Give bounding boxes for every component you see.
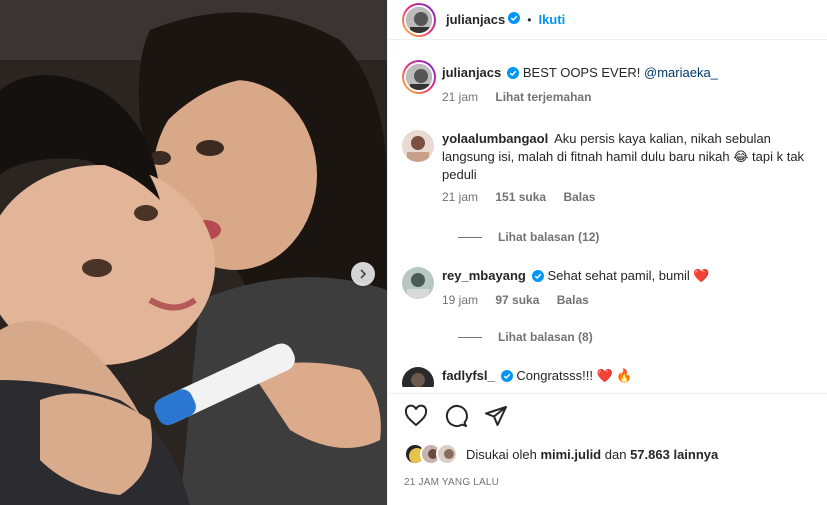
caption-time[interactable]: 21 jam xyxy=(442,90,478,104)
comments-list: julianjacs BEST OOPS EVER! @mariaeka_ 21… xyxy=(388,52,827,387)
likes-prefix: Disukai oleh xyxy=(466,446,537,462)
verified-icon xyxy=(500,369,513,387)
comment-text: Sehat sehat pamil, bumil ❤️ xyxy=(547,268,710,283)
follow-button[interactable]: Ikuti xyxy=(538,12,565,27)
post-photo[interactable] xyxy=(0,0,387,505)
verified-icon xyxy=(531,269,544,287)
post-actions xyxy=(388,393,827,437)
post-header: julianjacs • Ikuti xyxy=(388,0,827,40)
separator-dot: • xyxy=(527,12,532,27)
comment-likes[interactable]: 97 suka xyxy=(495,293,539,307)
verified-icon xyxy=(507,66,520,84)
commenter-avatar[interactable] xyxy=(402,267,434,299)
reply-button[interactable]: Balas xyxy=(563,190,595,204)
comment-row: fadlyfsl_ Congratsss!!! ❤️ 🔥 xyxy=(402,367,818,387)
verified-icon xyxy=(508,12,521,27)
caption-mention[interactable]: @mariaeka_ xyxy=(644,65,718,80)
replies-line xyxy=(458,336,482,338)
translate-link[interactable]: Lihat terjemahan xyxy=(495,90,591,104)
caption-avatar[interactable] xyxy=(402,60,436,94)
comment-time[interactable]: 21 jam xyxy=(442,190,478,204)
likers-avatars xyxy=(404,443,458,465)
comment-text: Congratsss!!! ❤️ 🔥 xyxy=(516,368,633,383)
view-replies-label: Lihat balasan (12) xyxy=(498,230,600,244)
chevron-right-icon xyxy=(358,269,368,279)
likes-summary[interactable]: Disukai oleh mimi.julid dan 57.863 lainn… xyxy=(404,443,718,465)
comment-likes[interactable]: 151 suka xyxy=(495,190,546,204)
caption-username[interactable]: julianjacs xyxy=(442,65,501,80)
share-icon[interactable] xyxy=(484,404,508,428)
view-replies-label: Lihat balasan (8) xyxy=(498,330,593,344)
likes-middle: dan xyxy=(604,446,627,462)
caption-text: BEST OOPS EVER! xyxy=(522,65,645,80)
comment-username[interactable]: yolaalumbangaol xyxy=(442,131,548,146)
replies-line xyxy=(458,236,482,238)
liker-avatar xyxy=(436,443,458,465)
post-time-ago[interactable]: 21 JAM YANG LALU xyxy=(404,477,499,488)
comment-row: rey_mbayang Sehat sehat pamil, bumil ❤️ … xyxy=(402,267,818,307)
comment-username[interactable]: fadlyfsl_ xyxy=(442,368,495,383)
couple-photo-image xyxy=(0,0,387,505)
author-username[interactable]: julianjacs xyxy=(446,12,505,27)
liker-username[interactable]: mimi.julid xyxy=(540,447,601,462)
comment-username[interactable]: rey_mbayang xyxy=(442,268,526,283)
commenter-avatar[interactable] xyxy=(402,130,434,162)
view-replies-button[interactable]: Lihat balasan (8) xyxy=(458,330,593,344)
comment-time[interactable]: 19 jam xyxy=(442,293,478,307)
next-photo-button[interactable] xyxy=(351,262,375,286)
likes-count[interactable]: 57.863 lainnya xyxy=(630,447,718,462)
author-avatar[interactable] xyxy=(402,2,436,37)
view-replies-button[interactable]: Lihat balasan (12) xyxy=(458,230,599,244)
commenter-avatar[interactable] xyxy=(402,367,434,387)
caption-row: julianjacs BEST OOPS EVER! @mariaeka_ 21… xyxy=(402,60,818,104)
comment-row: yolaalumbangaol Aku persis kaya kalian, … xyxy=(402,130,818,204)
comment-icon[interactable] xyxy=(444,404,468,428)
reply-button[interactable]: Balas xyxy=(557,293,589,307)
post-sidebar: julianjacs • Ikuti julianjacs BEST OOPS … xyxy=(387,0,827,505)
heart-icon[interactable] xyxy=(404,404,428,428)
